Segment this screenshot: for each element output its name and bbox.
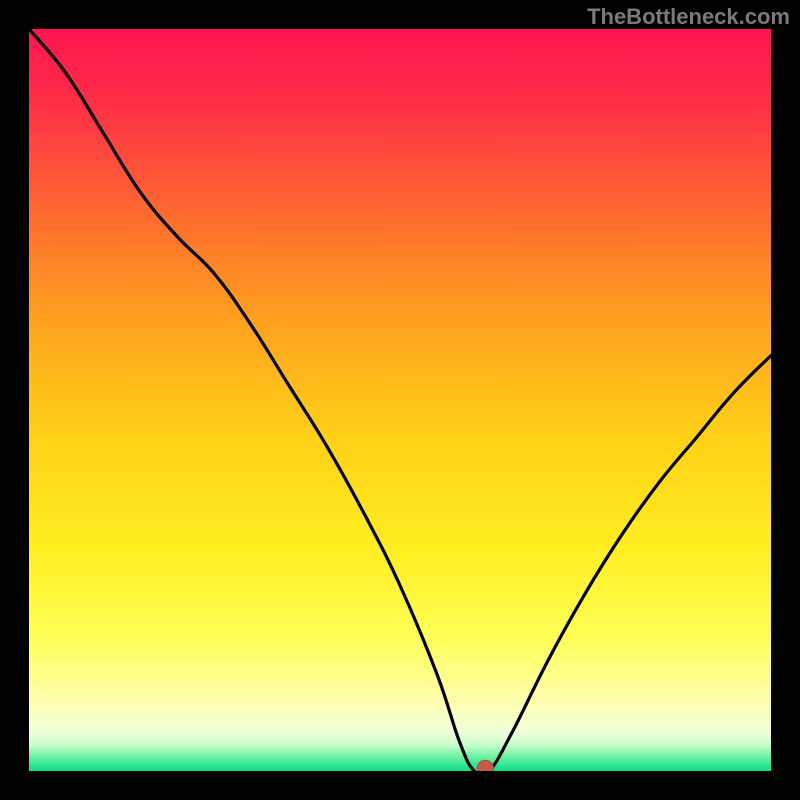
watermark-text: TheBottleneck.com (587, 4, 790, 30)
bottleneck-chart (0, 0, 800, 800)
selection-marker (477, 760, 493, 779)
gradient-background (29, 29, 771, 771)
chart-frame: TheBottleneck.com (0, 0, 800, 800)
